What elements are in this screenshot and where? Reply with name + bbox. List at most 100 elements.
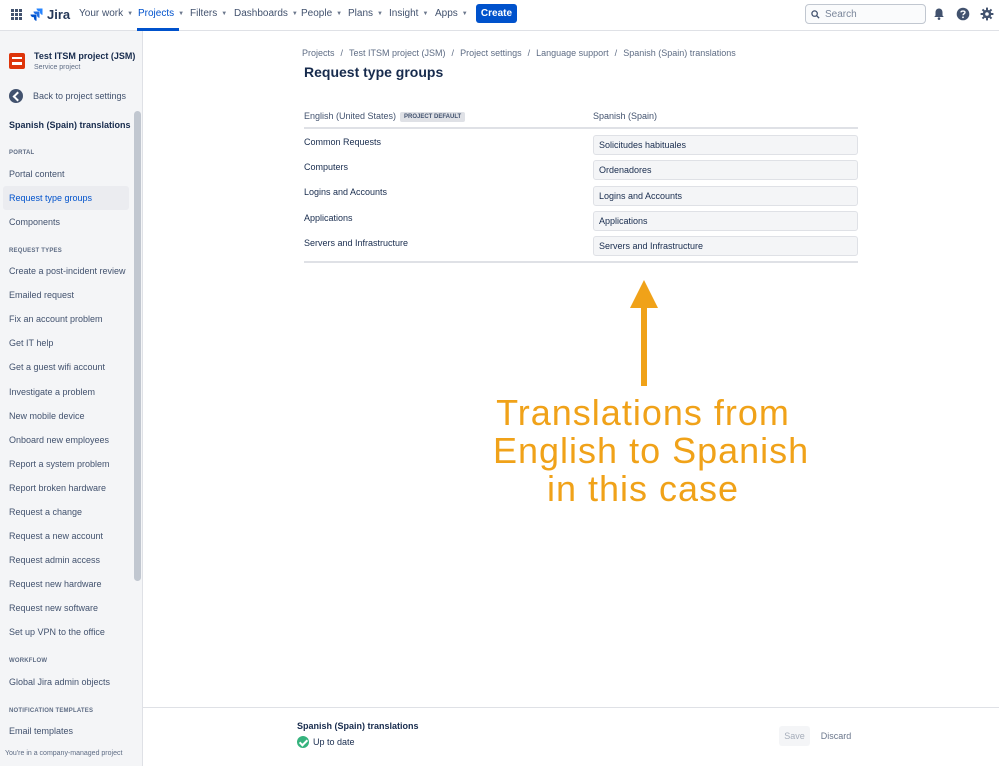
sidebar: Test ITSM project (JSM) Service project … bbox=[0, 31, 143, 766]
sidebar-item-request-type[interactable]: Request a change bbox=[3, 500, 129, 524]
breadcrumb-separator: / bbox=[527, 48, 531, 58]
source-group-name: Applications bbox=[304, 213, 353, 223]
notification-bell-icon[interactable] bbox=[932, 7, 946, 21]
jira-logo-icon bbox=[30, 8, 43, 21]
nav-projects[interactable]: Projects ▼ bbox=[138, 8, 184, 19]
sidebar-item-request-type[interactable]: Report a system problem bbox=[3, 452, 129, 476]
sidebar-item-request-type[interactable]: Request new hardware bbox=[3, 572, 129, 596]
help-icon[interactable] bbox=[956, 7, 970, 21]
source-group-name: Computers bbox=[304, 162, 349, 172]
breadcrumb-separator: / bbox=[614, 48, 618, 58]
create-button[interactable]: Create bbox=[476, 4, 517, 23]
nav-filters[interactable]: Filters ▼ bbox=[190, 8, 227, 19]
breadcrumb-separator: / bbox=[451, 48, 455, 58]
search-icon bbox=[811, 9, 820, 19]
nav-apps[interactable]: Apps ▼ bbox=[435, 8, 468, 19]
status-text: Up to date bbox=[313, 737, 355, 747]
apps-grid-icon[interactable] bbox=[11, 9, 22, 20]
nav-label: Plans bbox=[348, 8, 374, 19]
jira-logo[interactable]: Jira bbox=[30, 7, 70, 22]
sidebar-item-request-type[interactable]: Emailed request bbox=[3, 283, 129, 307]
discard-button[interactable]: Discard bbox=[816, 726, 856, 746]
breadcrumb-language-support[interactable]: Language support bbox=[536, 48, 609, 58]
search-input[interactable] bbox=[825, 8, 915, 20]
settings-gear-icon[interactable] bbox=[980, 7, 994, 21]
sidebar-section-workflow: WORKFLOW bbox=[9, 658, 48, 664]
bottom-bar-title: Spanish (Spain) translations bbox=[297, 721, 419, 731]
sidebar-footer: You're in a company-managed project bbox=[0, 741, 142, 766]
nav-label: Dashboards bbox=[234, 8, 288, 19]
annotation-text: Translations from English to Spanish in … bbox=[493, 392, 810, 509]
project-default-badge: PROJECT DEFAULT bbox=[400, 112, 466, 122]
nav-label: Your work bbox=[79, 8, 124, 19]
check-circle-icon bbox=[297, 736, 309, 748]
jira-logo-text: Jira bbox=[47, 7, 71, 22]
breadcrumb-project-settings[interactable]: Project settings bbox=[460, 48, 522, 58]
target-language-header: Spanish (Spain) bbox=[593, 111, 658, 121]
sidebar-item-request-type[interactable]: Request admin access bbox=[3, 548, 129, 572]
translation-input[interactable] bbox=[593, 186, 858, 206]
back-link-label: Back to project settings bbox=[33, 91, 127, 101]
page-title: Request type groups bbox=[304, 64, 444, 80]
table-header-divider bbox=[304, 127, 858, 129]
nav-dashboards[interactable]: Dashboards ▼ bbox=[234, 8, 298, 19]
active-nav-indicator bbox=[137, 28, 179, 31]
annotation-line: English to Spanish bbox=[493, 430, 810, 471]
chevron-down-icon: ▼ bbox=[291, 10, 298, 17]
back-to-project-settings-link[interactable]: Back to project settings bbox=[9, 89, 126, 103]
project-header[interactable]: Test ITSM project (JSM) Service project bbox=[9, 51, 135, 71]
sidebar-item-request-type[interactable]: New mobile device bbox=[3, 404, 129, 428]
bottom-action-bar: Spanish (Spain) translations Up to date … bbox=[143, 707, 999, 766]
translation-input[interactable] bbox=[593, 236, 858, 256]
sidebar-item-components[interactable]: Components bbox=[3, 210, 129, 234]
annotation-line: Translations from bbox=[496, 392, 790, 433]
translation-input[interactable] bbox=[593, 135, 858, 155]
arrow-left-icon bbox=[9, 89, 23, 103]
chevron-down-icon: ▼ bbox=[377, 10, 383, 17]
chevron-down-icon: ▼ bbox=[221, 10, 228, 17]
table-bottom-divider bbox=[304, 261, 858, 263]
top-navigation-bar: Jira Your work ▼ Projects ▼ Filters ▼ Dashb… bbox=[0, 0, 999, 31]
nav-insight[interactable]: Insight ▼ bbox=[389, 8, 428, 19]
translation-input[interactable] bbox=[593, 160, 858, 180]
sidebar-section-notification-templates: NOTIFICATION TEMPLATES bbox=[9, 708, 94, 714]
sidebar-item-request-type[interactable]: Set up VPN to the office bbox=[3, 620, 129, 644]
breadcrumb-project[interactable]: Test ITSM project (JSM) bbox=[349, 48, 446, 58]
search-box[interactable] bbox=[805, 4, 926, 24]
sidebar-item-global-jira-admin-objects[interactable]: Global Jira admin objects bbox=[3, 670, 129, 694]
chevron-down-icon: ▼ bbox=[461, 10, 468, 17]
sidebar-item-request-type[interactable]: Fix an account problem bbox=[3, 307, 129, 331]
save-button[interactable]: Save bbox=[779, 726, 810, 746]
annotation-line: in this case bbox=[546, 468, 740, 509]
chevron-down-icon: ▼ bbox=[336, 10, 343, 17]
sidebar-item-request-type[interactable]: Request a new account bbox=[3, 524, 129, 548]
nav-plans[interactable]: Plans ▼ bbox=[348, 8, 383, 19]
sidebar-item-request-type[interactable]: Create a post-incident review bbox=[3, 259, 129, 283]
nav-label: People bbox=[301, 8, 333, 19]
sidebar-item-request-type[interactable]: Request new software bbox=[3, 596, 129, 620]
source-group-name: Logins and Accounts bbox=[304, 187, 388, 197]
nav-people[interactable]: People ▼ bbox=[301, 8, 342, 19]
source-group-name: Common Requests bbox=[304, 137, 382, 147]
project-avatar-icon bbox=[9, 53, 25, 69]
chevron-down-icon: ▼ bbox=[127, 10, 134, 17]
breadcrumb-projects[interactable]: Projects bbox=[302, 48, 335, 58]
sidebar-item-portal-content[interactable]: Portal content bbox=[3, 162, 129, 186]
nav-label: Filters bbox=[190, 8, 218, 19]
breadcrumb-spanish-translations[interactable]: Spanish (Spain) translations bbox=[623, 48, 736, 58]
sidebar-item-email-templates[interactable]: Email templates bbox=[3, 719, 129, 743]
nav-label: Projects bbox=[138, 8, 175, 19]
sidebar-item-request-type[interactable]: Investigate a problem bbox=[3, 380, 129, 404]
nav-your-work[interactable]: Your work ▼ bbox=[79, 8, 133, 19]
sidebar-section-request-types: REQUEST TYPES bbox=[9, 248, 62, 254]
status-indicator: Up to date bbox=[297, 736, 355, 748]
sidebar-item-request-type-groups[interactable]: Request type groups bbox=[3, 186, 129, 210]
sidebar-item-request-type[interactable]: Get a guest wifi account bbox=[3, 355, 129, 379]
annotation-arrow-up-icon bbox=[630, 280, 658, 386]
sidebar-item-request-type[interactable]: Get IT help bbox=[3, 331, 129, 355]
nav-label: Apps bbox=[435, 8, 458, 19]
sidebar-item-request-type[interactable]: Onboard new employees bbox=[3, 428, 129, 452]
translation-input[interactable] bbox=[593, 211, 858, 231]
sidebar-scrollbar[interactable] bbox=[134, 111, 141, 581]
sidebar-item-request-type[interactable]: Report broken hardware bbox=[3, 476, 129, 500]
